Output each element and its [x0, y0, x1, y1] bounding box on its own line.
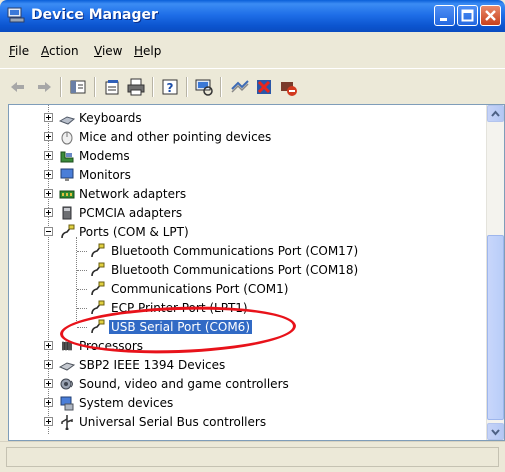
tree-connector-line	[77, 270, 87, 271]
uninstall-device-icon[interactable]	[254, 77, 274, 97]
toolbar-separator	[94, 77, 96, 97]
expand-icon[interactable]	[44, 360, 53, 369]
tree-item-label: Modems	[79, 149, 130, 163]
tree-item-label: Mice and other pointing devices	[79, 130, 272, 144]
menu-action-accesskey: A	[41, 44, 49, 58]
show-hide-console-tree-icon[interactable]	[68, 77, 88, 97]
toolbar-separator	[60, 77, 62, 97]
minimize-button[interactable]	[434, 5, 455, 26]
menu-action-label: ction	[49, 44, 79, 58]
menu-help[interactable]: Help	[134, 44, 161, 58]
help-icon[interactable]: ?	[160, 77, 180, 97]
scroll-up-button[interactable]	[487, 105, 504, 122]
tree-connector-line	[76, 237, 77, 323]
tree-item-label: Communications Port (COM1)	[111, 282, 289, 296]
tree-item-label: Monitors	[79, 168, 131, 182]
toolbar: ?	[0, 68, 505, 105]
minimize-icon	[440, 18, 447, 21]
usb-icon	[59, 414, 75, 431]
tree-item-label: Bluetooth Communications Port (COM17)	[111, 244, 359, 258]
toolbar-separator	[186, 77, 188, 97]
ieee1394-icon	[58, 357, 76, 373]
status-bar	[0, 441, 505, 472]
scan-hardware-icon[interactable]	[194, 77, 214, 97]
scroll-thumb[interactable]	[487, 235, 504, 420]
menu-file-label: ile	[15, 44, 30, 58]
close-icon	[485, 10, 496, 21]
collapse-icon[interactable]	[44, 227, 53, 236]
forward-icon[interactable]	[34, 77, 54, 97]
expand-icon[interactable]	[44, 379, 53, 388]
window-title: Device Manager	[31, 7, 158, 23]
tree-item-label: Ports (COM & LPT)	[79, 225, 189, 239]
maximize-icon	[461, 9, 474, 22]
monitor-icon	[59, 167, 75, 183]
tree-item-label: Sound, video and game controllers	[79, 377, 289, 391]
scroll-down-button[interactable]	[487, 423, 504, 440]
sound-icon	[59, 376, 75, 392]
menu-bar: File Action View Help	[0, 32, 505, 68]
maximize-button[interactable]	[457, 5, 478, 26]
svg-text:?: ?	[167, 81, 174, 95]
port-icon	[59, 224, 75, 240]
expand-icon[interactable]	[44, 170, 53, 179]
expand-icon[interactable]	[44, 189, 53, 198]
menu-view[interactable]: View	[94, 44, 122, 58]
status-pane	[6, 447, 499, 467]
tree-item-label: SBP2 IEEE 1394 Devices	[79, 358, 226, 372]
menu-action[interactable]: Action	[41, 44, 79, 58]
tree-connector-line	[77, 251, 87, 252]
tree-item-label: Network adapters	[79, 187, 187, 201]
menu-file[interactable]: File	[9, 44, 29, 58]
close-button[interactable]	[480, 5, 501, 26]
port-icon	[89, 300, 105, 316]
mouse-icon	[59, 129, 75, 145]
disable-device-icon[interactable]	[278, 77, 298, 97]
print-icon[interactable]	[126, 77, 146, 97]
expand-icon[interactable]	[44, 208, 53, 217]
toolbar-separator	[220, 77, 222, 97]
tree-connector-line	[77, 289, 87, 290]
port-icon	[89, 243, 105, 259]
menu-help-accesskey: H	[134, 44, 144, 58]
port-icon	[89, 281, 105, 297]
chevron-down-icon	[491, 429, 500, 436]
back-icon[interactable]	[8, 77, 28, 97]
network-adapter-icon	[59, 186, 75, 202]
expand-icon[interactable]	[44, 132, 53, 141]
modem-icon	[59, 148, 75, 164]
menu-help-label: elp	[143, 44, 162, 58]
expand-icon[interactable]	[44, 417, 53, 426]
vertical-scrollbar[interactable]	[486, 105, 504, 440]
tree-connector-line	[77, 308, 87, 309]
device-manager-icon	[7, 7, 25, 23]
port-icon	[89, 262, 105, 278]
update-driver-icon[interactable]	[230, 77, 250, 97]
tree-item-label: Keyboards	[79, 111, 142, 125]
tree-item-label: Universal Serial Bus controllers	[79, 415, 267, 429]
tree-item-label: PCMCIA adapters	[79, 206, 183, 220]
pcmcia-icon	[59, 205, 75, 221]
toolbar-separator	[152, 77, 154, 97]
chevron-up-icon	[491, 110, 500, 117]
expand-icon[interactable]	[44, 341, 53, 350]
expand-icon[interactable]	[44, 398, 53, 407]
system-device-icon	[59, 395, 75, 411]
tree-item-label: Bluetooth Communications Port (COM18)	[111, 263, 359, 277]
keyboard-icon	[58, 110, 76, 126]
device-tree[interactable]: Keyboards Mice and other pointing device…	[8, 104, 505, 441]
menu-view-label: iew	[101, 44, 123, 58]
device-manager-window: Device Manager File Action View Help ? K…	[0, 0, 505, 472]
title-bar[interactable]: Device Manager	[0, 0, 505, 32]
properties-icon[interactable]	[102, 77, 122, 97]
expand-icon[interactable]	[44, 113, 53, 122]
menu-view-accesskey: V	[94, 44, 102, 58]
tree-item-label: System devices	[79, 396, 174, 410]
expand-icon[interactable]	[44, 151, 53, 160]
